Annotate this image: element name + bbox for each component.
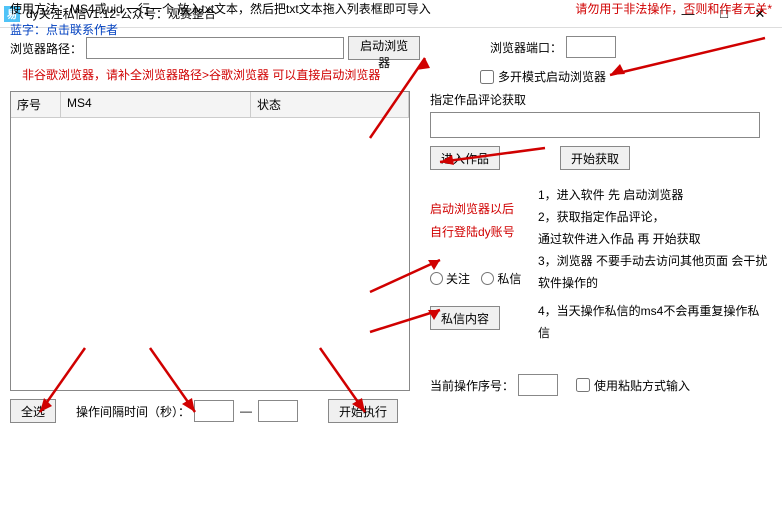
red-note-1: 启动浏览器以后 xyxy=(430,200,530,217)
instruction-2b: 通过软件进入作品 再 开始获取 xyxy=(538,228,770,250)
enter-work-button[interactable]: 进入作品 xyxy=(430,146,500,170)
dm-content-button[interactable]: 私信内容 xyxy=(430,306,500,330)
current-index-input[interactable] xyxy=(518,374,558,396)
current-index-label: 当前操作序号： xyxy=(430,377,514,394)
start-browser-button[interactable]: 启动浏览器 xyxy=(348,36,420,60)
interval-to-input[interactable] xyxy=(258,400,298,422)
instruction-4: 4，当天操作私信的ms4不会再重复操作私信 xyxy=(538,300,770,344)
multi-open-checkbox[interactable]: 多开模式启动浏览器 xyxy=(480,68,606,85)
fetch-input[interactable] xyxy=(430,112,760,138)
contact-author-link[interactable]: 蓝字：点击联系作者 xyxy=(10,21,772,38)
select-all-button[interactable]: 全选 xyxy=(10,399,56,423)
red-note-2: 自行登陆dy账号 xyxy=(430,223,530,240)
fetch-label: 指定作品评论获取 xyxy=(430,91,766,108)
multi-open-label: 多开模式启动浏览器 xyxy=(498,68,606,85)
paste-mode-label: 使用粘贴方式输入 xyxy=(594,377,690,394)
instruction-2: 2，获取指定作品评论， xyxy=(538,206,770,228)
warning-text: 请勿用于非法操作，否则和作者无关* xyxy=(575,0,772,17)
paste-mode-checkbox[interactable]: 使用粘贴方式输入 xyxy=(576,377,690,394)
instruction-3: 3，浏览器 不要手动去访问其他页面 会干扰软件操作的 xyxy=(538,250,770,294)
radio-follow[interactable]: 关注 xyxy=(430,270,470,287)
port-input[interactable] xyxy=(566,36,616,58)
column-header-ms4: MS4 xyxy=(61,92,251,117)
multi-open-checkbox-input[interactable] xyxy=(480,70,494,84)
radio-dm[interactable]: 私信 xyxy=(481,270,521,287)
browser-path-input[interactable] xyxy=(86,37,344,59)
port-label: 浏览器端口： xyxy=(490,39,562,56)
interval-from-input[interactable] xyxy=(194,400,234,422)
start-exec-button[interactable]: 开始执行 xyxy=(328,399,398,423)
interval-dash: — xyxy=(240,404,252,418)
column-header-index: 序号 xyxy=(11,92,61,117)
instruction-1: 1，进入软件 先 启动浏览器 xyxy=(538,184,770,206)
interval-label: 操作间隔时间（秒）： xyxy=(76,403,190,420)
column-header-status: 状态 xyxy=(251,92,409,117)
paste-mode-checkbox-input[interactable] xyxy=(576,378,590,392)
data-table[interactable]: 序号 MS4 状态 xyxy=(10,91,410,391)
usage-text: 使用方法：MS4或uid 一行一个 放入txt文本，然后把txt文本拖入列表框即… xyxy=(10,0,431,17)
browser-hint-text: 非谷歌浏览器，请补全浏览器路径>谷歌浏览器 可以直接启动浏览器 xyxy=(22,66,420,83)
browser-path-label: 浏览器路径： xyxy=(10,40,82,57)
start-fetch-button[interactable]: 开始获取 xyxy=(560,146,630,170)
